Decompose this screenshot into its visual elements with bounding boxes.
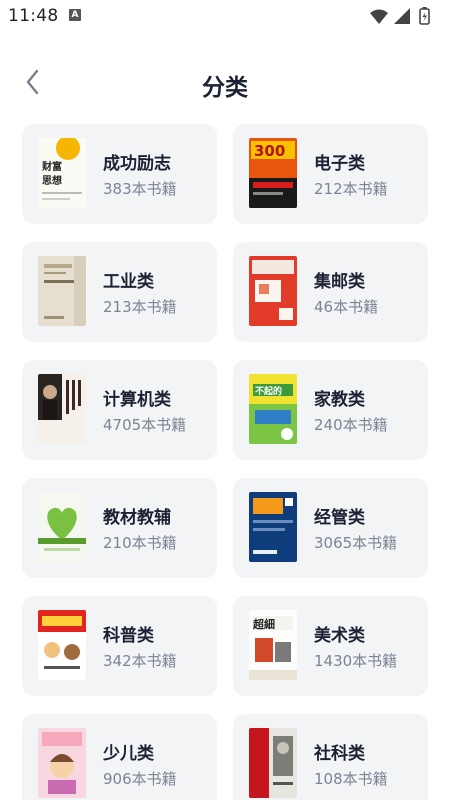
page-title: 分类 <box>202 75 248 101</box>
book-cover <box>249 492 297 562</box>
category-count: 212本书籍 <box>314 180 388 198</box>
category-name: 经管类 <box>314 508 365 528</box>
svg-text:300: 300 <box>254 142 285 160</box>
category-name: 美术类 <box>314 626 365 646</box>
category-name: 计算机类 <box>103 390 171 410</box>
category-card[interactable]: 财富 思想 成功励志 383本书籍 <box>22 124 217 224</box>
category-name: 科普类 <box>103 626 154 646</box>
category-name: 少儿类 <box>103 744 154 764</box>
category-count: 3065本书籍 <box>314 534 398 552</box>
category-count: 210本书籍 <box>103 534 177 552</box>
book-cover: 财富 思想 <box>38 138 86 208</box>
category-name: 电子类 <box>314 154 365 174</box>
category-count: 383本书籍 <box>103 180 177 198</box>
category-name: 工业类 <box>103 272 154 292</box>
page-header: 分类 <box>0 58 450 108</box>
svg-text:思想: 思想 <box>42 174 62 187</box>
category-card[interactable]: 工业类 213本书籍 <box>22 242 217 342</box>
book-cover <box>249 728 297 798</box>
category-card[interactable]: 教材教辅 210本书籍 <box>22 478 217 578</box>
category-card[interactable]: 300 电子类 212本书籍 <box>233 124 428 224</box>
category-name: 家教类 <box>314 390 365 410</box>
category-count: 1430本书籍 <box>314 652 398 670</box>
status-bar: 11:48 A <box>0 0 450 32</box>
category-card[interactable]: 社科类 108本书籍 <box>233 714 428 800</box>
category-card[interactable]: 少儿类 906本书籍 <box>22 714 217 800</box>
status-time: 11:48 <box>8 6 59 26</box>
notification-a-icon: A <box>69 9 81 21</box>
book-cover <box>38 610 86 680</box>
category-name: 集邮类 <box>314 272 365 292</box>
category-count: 240本书籍 <box>314 416 388 434</box>
category-count: 46本书籍 <box>314 298 379 316</box>
book-cover: 不起的 <box>249 374 297 444</box>
book-cover: 300 <box>249 138 297 208</box>
wifi-icon <box>370 9 388 24</box>
category-card[interactable]: 不起的 家教类 240本书籍 <box>233 360 428 460</box>
svg-text:不起的: 不起的 <box>255 385 282 397</box>
category-count: 4705本书籍 <box>103 416 187 434</box>
battery-icon <box>419 7 430 25</box>
category-count: 342本书籍 <box>103 652 177 670</box>
signal-icon <box>394 8 410 24</box>
book-cover: 超細 <box>249 610 297 680</box>
book-cover <box>38 728 86 798</box>
category-card[interactable]: 计算机类 4705本书籍 <box>22 360 217 460</box>
category-count: 906本书籍 <box>103 770 177 788</box>
svg-text:财富: 财富 <box>41 160 62 173</box>
book-cover <box>38 374 86 444</box>
category-name: 教材教辅 <box>103 508 171 528</box>
status-icons <box>368 6 438 26</box>
category-card[interactable]: 经管类 3065本书籍 <box>233 478 428 578</box>
category-name: 社科类 <box>314 744 365 764</box>
book-cover <box>38 256 86 326</box>
category-card[interactable]: 科普类 342本书籍 <box>22 596 217 696</box>
svg-text:超細: 超細 <box>252 617 275 631</box>
book-cover <box>38 492 86 562</box>
category-name: 成功励志 <box>103 154 171 174</box>
category-count: 108本书籍 <box>314 770 388 788</box>
category-card[interactable]: 集邮类 46本书籍 <box>233 242 428 342</box>
book-cover <box>249 256 297 326</box>
category-card[interactable]: 超細 美术类 1430本书籍 <box>233 596 428 696</box>
category-count: 213本书籍 <box>103 298 177 316</box>
